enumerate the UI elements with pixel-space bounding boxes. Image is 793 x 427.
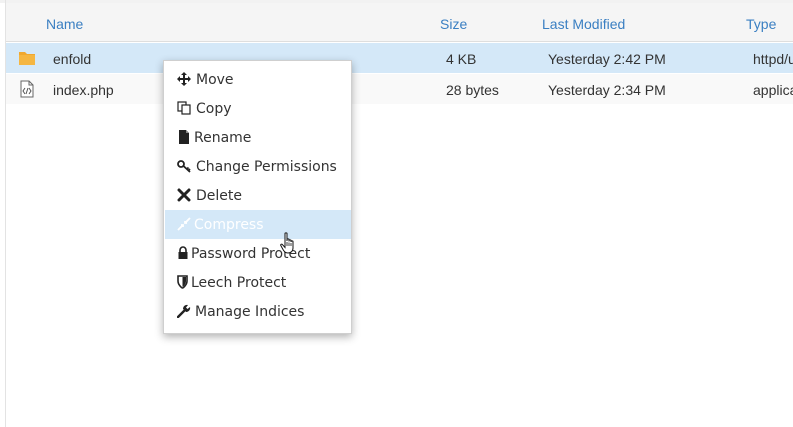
context-menu-item-manage-indices[interactable]: Manage Indices (165, 297, 351, 326)
context-menu-item-leech-protect[interactable]: Leech Protect (165, 268, 351, 297)
context-menu-item-change-permissions[interactable]: Change Permissions (165, 152, 351, 181)
file-name: enfold (53, 51, 92, 67)
file-row-index-php[interactable]: index.php 28 bytes Yesterday 2:34 PM app… (6, 74, 793, 104)
column-header-name[interactable]: Name (46, 16, 83, 32)
lock-icon (178, 246, 188, 259)
file-size: 28 bytes (446, 82, 499, 98)
context-menu-item-delete[interactable]: Delete (165, 181, 351, 210)
context-menu-item-rename[interactable]: Rename (165, 123, 351, 152)
file-modified: Yesterday 2:34 PM (548, 82, 666, 98)
wrench-icon (177, 304, 191, 318)
delete-icon (177, 188, 191, 202)
folder-icon (19, 52, 35, 65)
rename-icon (179, 130, 189, 144)
context-menu-item-copy[interactable]: Copy (165, 94, 351, 123)
code-file-icon (20, 80, 34, 98)
column-header-type[interactable]: Type (746, 16, 776, 32)
file-type: httpd/u (753, 51, 793, 67)
context-menu-item-move[interactable]: Move (165, 65, 351, 94)
context-menu: Move Copy Rename Change Permissions Dele… (163, 60, 352, 334)
file-modified: Yesterday 2:42 PM (548, 51, 666, 67)
context-menu-item-compress[interactable]: Compress (165, 210, 351, 239)
compress-icon (177, 217, 191, 231)
file-size: 4 KB (446, 51, 477, 67)
copy-icon (177, 101, 191, 115)
shield-icon (177, 275, 188, 289)
move-icon (177, 72, 191, 86)
key-icon (177, 160, 191, 173)
column-header-last-modified[interactable]: Last Modified (542, 16, 625, 32)
context-menu-item-password-protect[interactable]: Password Protect (165, 239, 351, 268)
file-name: index.php (53, 82, 114, 98)
hand-cursor-icon (280, 232, 294, 254)
file-row-enfold[interactable]: enfold 4 KB Yesterday 2:42 PM httpd/u (6, 43, 793, 73)
file-type: applica (753, 82, 793, 98)
column-header-size[interactable]: Size (440, 16, 467, 32)
file-table-header: Name Size Last Modified Type (6, 3, 793, 42)
